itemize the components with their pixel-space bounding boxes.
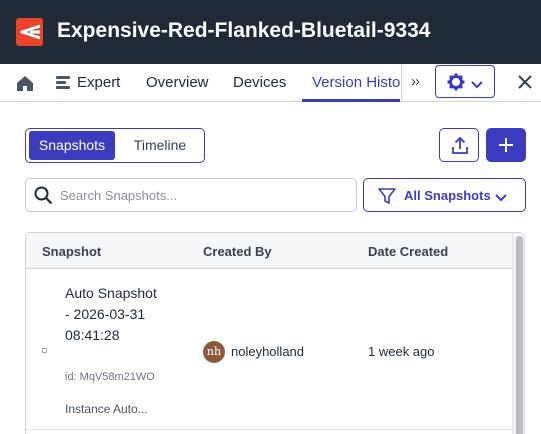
row-select-checkbox[interactable] <box>42 348 47 353</box>
snapshot-filter-dropdown[interactable]: All Snapshots <box>363 178 526 212</box>
table-row[interactable]: Auto Snapshot - 2026-03-31 08:41:28 id: … <box>26 270 512 430</box>
tab-expert[interactable]: Expert <box>56 74 120 93</box>
tab-expert-label: Expert <box>77 74 121 91</box>
avatar: nh <box>203 341 225 363</box>
filter-label: All Snapshots <box>404 188 491 203</box>
created-by-user: noleyholland <box>231 344 305 359</box>
search-box <box>25 178 357 212</box>
title-bar: Expensive-Red-Flanked-Bluetail-9334 <box>0 0 541 64</box>
table-scrollbar[interactable] <box>512 233 524 434</box>
gear-icon <box>447 73 465 96</box>
view-toggle: Snapshots Timeline <box>25 128 205 163</box>
snapshots-table: Snapshot Created By Date Created Auto Sn… <box>25 232 525 434</box>
expert-icon <box>56 75 72 93</box>
tab-overview[interactable]: Overview <box>146 74 209 91</box>
upload-snapshot-button[interactable] <box>439 128 479 162</box>
tab-version-history[interactable]: Version History <box>312 74 400 91</box>
snapshot-id: id: MqV58m21WO <box>65 371 155 383</box>
chevron-down-icon <box>471 77 483 95</box>
close-icon[interactable] <box>514 71 536 93</box>
add-snapshot-button[interactable] <box>486 128 526 162</box>
app-logo <box>16 18 43 46</box>
column-header-created-by[interactable]: Created By <box>203 244 272 259</box>
chevron-down-icon <box>495 190 507 208</box>
home-icon[interactable] <box>14 72 36 94</box>
tab-devices[interactable]: Devices <box>233 74 286 91</box>
more-tabs-icon[interactable]: ›› <box>411 73 420 90</box>
settings-button[interactable] <box>435 65 495 98</box>
timeline-toggle[interactable]: Timeline <box>120 131 200 160</box>
search-icon <box>34 186 53 210</box>
active-tab-indicator <box>302 99 400 102</box>
scrollbar-thumb[interactable] <box>516 236 523 434</box>
table-header: Snapshot Created By Date Created <box>26 233 512 269</box>
search-input[interactable] <box>60 183 350 207</box>
column-header-date-created[interactable]: Date Created <box>368 244 448 259</box>
column-header-snapshot[interactable]: Snapshot <box>42 244 101 259</box>
instance-title: Expensive-Red-Flanked-Bluetail-9334 <box>57 19 431 42</box>
snapshot-name: Auto Snapshot - 2026-03-31 08:41:28 <box>65 285 157 343</box>
date-created: 1 week ago <box>368 344 435 359</box>
snapshot-description: Instance Auto... <box>65 402 148 416</box>
plus-icon <box>498 137 514 158</box>
tab-divider <box>401 64 402 101</box>
filter-icon <box>378 187 396 210</box>
tab-bar: Expert Overview Devices Version History … <box>0 64 541 102</box>
upload-icon <box>450 136 470 161</box>
snapshots-toggle[interactable]: Snapshots <box>29 131 115 160</box>
